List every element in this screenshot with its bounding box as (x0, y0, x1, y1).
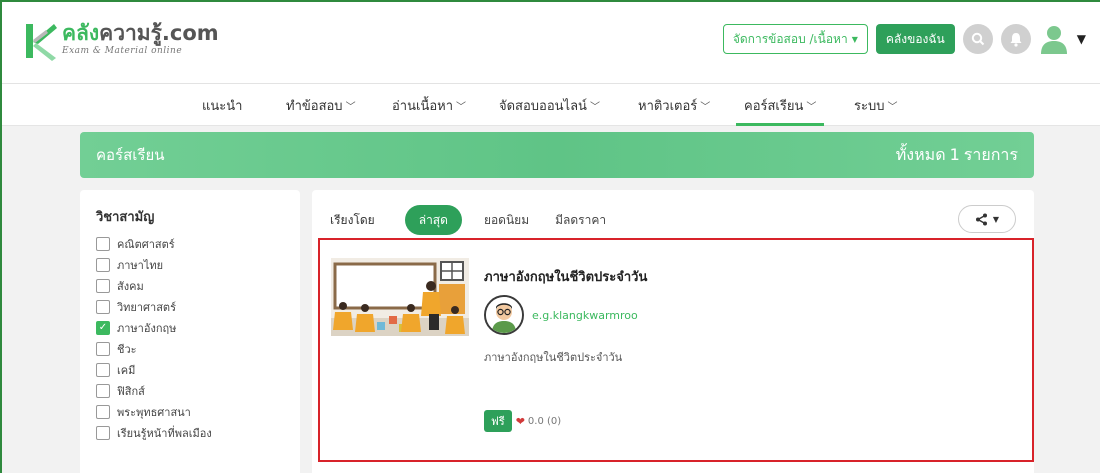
filter-label: เรียนรู้หน้าที่พลเมือง (117, 426, 212, 440)
checkbox[interactable] (96, 278, 110, 293)
logo-name-accent: คลัง (62, 21, 100, 45)
rating-value: 0.0 (0) (527, 415, 562, 427)
checkbox[interactable] (96, 299, 110, 314)
filter-item-physics[interactable]: ฟิสิกส์ (96, 380, 300, 401)
filter-heading: วิชาสามัญ (96, 210, 155, 225)
share-button[interactable]: ▼ (958, 205, 1016, 233)
filter-label: คณิตศาสตร์ (117, 237, 175, 251)
nav-item-read[interactable]: อ่านเนื้อหา ﹀ (392, 84, 466, 126)
nav-item-label: คอร์สเรียน (744, 98, 804, 114)
site-header: คลังความรู้.com Exam & Material online จ… (2, 2, 1100, 84)
filter-label: ชีวะ (117, 342, 137, 356)
filter-item-science[interactable]: วิทยาศาสตร์ (96, 296, 300, 317)
course-footer: ฟรี ❤ 0.0 (0) (484, 410, 561, 432)
header-actions: จัดการข้อสอบ /เนื้อหา ▼ คลังของฉัน ▼ (722, 24, 1086, 54)
filter-label: สังคม (117, 279, 144, 293)
nav-item-courses[interactable]: คอร์สเรียน ﹀ (735, 84, 825, 126)
chevron-down-icon: ﹀ (887, 101, 898, 113)
filter-item-thai[interactable]: ภาษาไทย (96, 254, 300, 275)
filter-label: เคมี (117, 363, 136, 377)
checkbox[interactable] (96, 257, 110, 272)
caret-down-icon: ▼ (1076, 32, 1086, 46)
price-badge: ฟรี (484, 410, 512, 432)
caret-down-icon: ▼ (992, 214, 1000, 224)
filter-item-english[interactable]: ภาษาอังกฤษ (96, 317, 300, 338)
nav-item-label: หาติวเตอร์ (638, 98, 698, 114)
result-count: ทั้งหมด 1 รายการ (896, 143, 1018, 168)
checkbox[interactable] (96, 383, 110, 398)
checkbox[interactable] (96, 341, 110, 356)
filter-item-math[interactable]: คณิตศาสตร์ (96, 233, 300, 254)
logo-text: คลังความรู้.com Exam & Material online (62, 22, 219, 56)
course-thumbnail[interactable] (331, 258, 469, 336)
filter-item-biology[interactable]: ชีวะ (96, 338, 300, 359)
logo-mark-icon (24, 22, 58, 62)
course-author[interactable]: e.g.klangkwarmroo (484, 295, 638, 335)
nav-item-label: ทำข้อสอบ (286, 98, 343, 114)
sort-option-discount[interactable]: มีลดราคา (555, 211, 606, 230)
sort-bar: เรียงโดย ล่าสุด ยอดนิยม มีลดราคา (330, 205, 632, 235)
checkbox[interactable] (96, 425, 110, 440)
filter-item-civics[interactable]: เรียนรู้หน้าที่พลเมือง (96, 422, 300, 443)
filter-label: พระพุทธศาสนา (117, 405, 191, 419)
manage-content-button[interactable]: จัดการข้อสอบ /เนื้อหา ▼ (722, 24, 868, 54)
checkbox[interactable] (96, 362, 110, 377)
manage-content-label: จัดการข้อสอบ /เนื้อหา (732, 31, 848, 46)
bell-icon[interactable] (1000, 24, 1031, 54)
course-description: ภาษาอังกฤษในชีวิตประจำวัน (484, 351, 623, 364)
checkbox[interactable] (96, 404, 110, 419)
chevron-down-icon: ﹀ (700, 101, 711, 113)
nav-item-system[interactable]: ระบบ ﹀ (854, 84, 897, 126)
chevron-down-icon: ﹀ (589, 101, 600, 113)
heart-icon[interactable]: ❤ (516, 415, 525, 428)
nav-item-label: ระบบ (854, 98, 885, 114)
filter-label: วิทยาศาสตร์ (117, 300, 176, 314)
count-suffix: รายการ (963, 144, 1018, 164)
chevron-down-icon: ﹀ (456, 101, 467, 113)
courses-banner: คอร์สเรียน ทั้งหมด 1 รายการ (80, 132, 1034, 178)
chevron-down-icon: ﹀ (345, 101, 356, 113)
nav-item-label: จัดสอบออนไลน์ (499, 98, 587, 114)
main-nav: แนะนำ ทำข้อสอบ ﹀ อ่านเนื้อหา ﹀ จัดสอบออนไล… (2, 84, 1100, 126)
sort-option-popular[interactable]: ยอดนิยม (484, 211, 529, 230)
search-icon[interactable] (962, 24, 993, 54)
checkbox-checked[interactable] (96, 320, 110, 335)
filter-item-buddhism[interactable]: พระพุทธศาสนา (96, 401, 300, 422)
my-library-button[interactable]: คลังของฉัน (875, 24, 955, 54)
filter-item-chemistry[interactable]: เคมี (96, 359, 300, 380)
filter-label: ภาษาไทย (117, 258, 164, 272)
nav-item-recommend[interactable]: แนะนำ (202, 84, 242, 126)
logo-tagline: Exam & Material online (62, 46, 183, 56)
chevron-down-icon: ﹀ (806, 101, 817, 113)
nav-item-label: อ่านเนื้อหา (392, 98, 454, 114)
share-icon (975, 213, 987, 225)
author-avatar (484, 295, 524, 335)
course-card[interactable]: ภาษาอังกฤษในชีวิตประจำวัน e.g.klangkwarm… (318, 238, 1034, 462)
author-name[interactable]: e.g.klangkwarmroo (532, 309, 638, 322)
logo-name: คลังความรู้.com (62, 22, 219, 44)
user-menu[interactable]: ▼ (1039, 24, 1086, 54)
logo-name-rest: ความรู้.com (99, 21, 219, 45)
nav-item-tutor[interactable]: หาติวเตอร์ ﹀ (638, 84, 710, 126)
filter-item-social[interactable]: สังคม (96, 275, 300, 296)
page-title: คอร์สเรียน (96, 146, 165, 164)
filter-label: ภาษาอังกฤษ (117, 321, 177, 335)
count-number: 1 (949, 144, 960, 164)
nav-item-label: แนะนำ (202, 98, 243, 114)
filter-label: ฟิสิกส์ (117, 384, 145, 398)
nav-item-online-exam[interactable]: จัดสอบออนไลน์ ﹀ (499, 84, 600, 126)
page-frame: คลังความรู้.com Exam & Material online จ… (0, 0, 1100, 473)
user-avatar-icon (1040, 26, 1067, 54)
nav-item-exams[interactable]: ทำข้อสอบ ﹀ (286, 84, 356, 126)
count-prefix: ทั้งหมด (895, 144, 946, 164)
site-logo[interactable]: คลังความรู้.com Exam & Material online (24, 22, 219, 62)
course-title[interactable]: ภาษาอังกฤษในชีวิตประจำวัน (484, 266, 647, 287)
sort-label: เรียงโดย (330, 212, 375, 227)
sort-option-latest[interactable]: ล่าสุด (404, 205, 462, 235)
subject-filter-sidebar: วิชาสามัญ คณิตศาสตร์ ภาษาไทย สังคม วิทยา… (80, 190, 300, 473)
caret-down-icon: ▼ (851, 34, 858, 44)
checkbox[interactable] (96, 236, 110, 251)
